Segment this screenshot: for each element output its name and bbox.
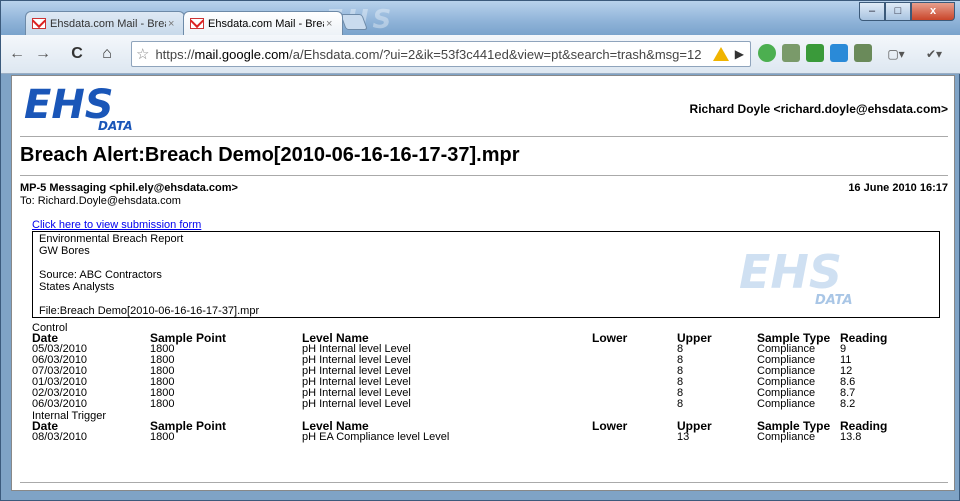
wrench-menu-icon[interactable]: ✔▾	[919, 44, 949, 64]
play-icon[interactable]: ▶	[735, 47, 744, 61]
email-subject: Breach Alert:Breach Demo[2010-06-16-16-1…	[20, 144, 520, 166]
url-path: /a/Ehsdata.com/?ui=2&ik=53f3c441ed&view=…	[289, 46, 702, 62]
report-box: Environmental Breach Report GW Bores Sou…	[32, 231, 940, 318]
warning-icon[interactable]	[712, 47, 729, 61]
table-row: 06/03/2010 1800 pH Internal level Level 8 Co…	[32, 399, 940, 410]
bookmark-star-icon[interactable]: ☆	[136, 45, 149, 63]
cell-upper: 13	[677, 431, 690, 443]
url-host: mail.google.com	[194, 46, 290, 62]
reload-icon[interactable]: C	[67, 44, 87, 64]
table-header-row: Date Sample Point Level Name Lower Upper Samp…	[32, 419, 940, 433]
email-from: MP-5 Messaging <phil.ely@ehsdata.com>	[20, 182, 238, 194]
report-subtitle: GW Bores	[39, 245, 90, 257]
page-menu-icon[interactable]: ▢▾	[881, 44, 911, 64]
cell-reading: 8.2	[840, 398, 856, 410]
forward-icon[interactable]: →	[33, 44, 53, 64]
svg-text:DATA: DATA	[815, 293, 853, 308]
address-bar[interactable]: ☆ https://mail.google.com/a/Ehsdata.com/…	[131, 41, 751, 67]
extension-robot-icon[interactable]	[782, 44, 800, 62]
url-scheme: https://	[155, 46, 195, 62]
gmail-icon	[32, 18, 46, 29]
maximize-button[interactable]: □	[885, 2, 911, 21]
cell-sample-point: 1800	[150, 431, 175, 443]
divider	[20, 136, 948, 137]
divider	[20, 175, 948, 176]
tab-mail-1[interactable]: Ehsdata.com Mail - Breac... ×	[25, 11, 185, 35]
account-recipient: Richard Doyle <richard.doyle@ehsdata.com…	[689, 102, 948, 116]
home-icon[interactable]: ⌂	[97, 44, 117, 64]
divider	[20, 482, 948, 483]
cell-sample-type: Compliance	[757, 398, 816, 410]
report-analysts: States Analysts	[39, 281, 115, 293]
header-reading: Reading	[840, 331, 888, 345]
url-text[interactable]: https://mail.google.com/a/Ehsdata.com/?u…	[155, 47, 706, 62]
tab-close-icon[interactable]: ×	[168, 18, 178, 30]
tab-title: Ehsdata.com Mail - Breac...	[50, 17, 166, 30]
email-to: To: Richard.Doyle@ehsdata.com	[20, 195, 181, 207]
title-bar: EHS Ehsdata.com Mail - Breac... × Ehsdat…	[1, 1, 960, 35]
tab-close-icon[interactable]: ×	[326, 18, 336, 30]
cell-date: 06/03/2010	[32, 398, 88, 410]
header-lower: Lower	[592, 419, 628, 433]
tab-title: Ehsdata.com Mail - Breac...	[208, 17, 324, 30]
gmail-icon	[190, 18, 204, 29]
cell-level-name: pH Internal level Level	[302, 398, 411, 410]
cell-reading: 13.8	[840, 431, 862, 443]
header-lower: Lower	[592, 331, 628, 345]
extension-screen-icon[interactable]	[806, 44, 824, 62]
cell-date: 08/03/2010	[32, 431, 88, 443]
extension-android-icon[interactable]	[854, 44, 872, 62]
email-print-view: EHS DATA Richard Doyle <richard.doyle@eh…	[11, 75, 955, 491]
back-icon[interactable]: ←	[7, 44, 27, 64]
extension-check-icon[interactable]	[758, 44, 776, 62]
close-window-button[interactable]: x	[911, 2, 955, 21]
cell-level-name: pH EA Compliance level Level	[302, 431, 450, 443]
report-source: Source: ABC Contractors	[39, 269, 162, 281]
minimize-button[interactable]: –	[859, 2, 885, 21]
table-row: 08/03/2010 1800 pH EA Compliance level Lev…	[32, 432, 940, 443]
browser-toolbar: ← → C ⌂ ☆ https://mail.google.com/a/Ehsd…	[1, 35, 960, 74]
extension-d-icon[interactable]	[830, 44, 848, 62]
email-date: 16 June 2010 16:17	[848, 182, 948, 194]
submission-form-link[interactable]: Click here to view submission form	[32, 219, 201, 231]
report-file: File:Breach Demo[2010-06-16-16-17-37].mp…	[39, 305, 260, 317]
cell-sample-point: 1800	[150, 398, 175, 410]
report-title: Environmental Breach Report	[39, 233, 184, 245]
ehs-watermark-logo: EHS DATA	[739, 246, 853, 308]
table-header-row: Date Sample Point Level Name Lower Upper Samp…	[32, 331, 940, 345]
browser-window: EHS Ehsdata.com Mail - Breac... × Ehsdat…	[0, 0, 960, 501]
ehs-logo: EHS DATA	[24, 82, 133, 132]
cell-sample-type: Compliance	[757, 431, 816, 443]
tab-mail-2[interactable]: Ehsdata.com Mail - Breac... ×	[183, 11, 343, 35]
cell-upper: 8	[677, 398, 684, 410]
svg-text:DATA: DATA	[98, 119, 133, 132]
svg-text:EHS: EHS	[739, 246, 842, 299]
